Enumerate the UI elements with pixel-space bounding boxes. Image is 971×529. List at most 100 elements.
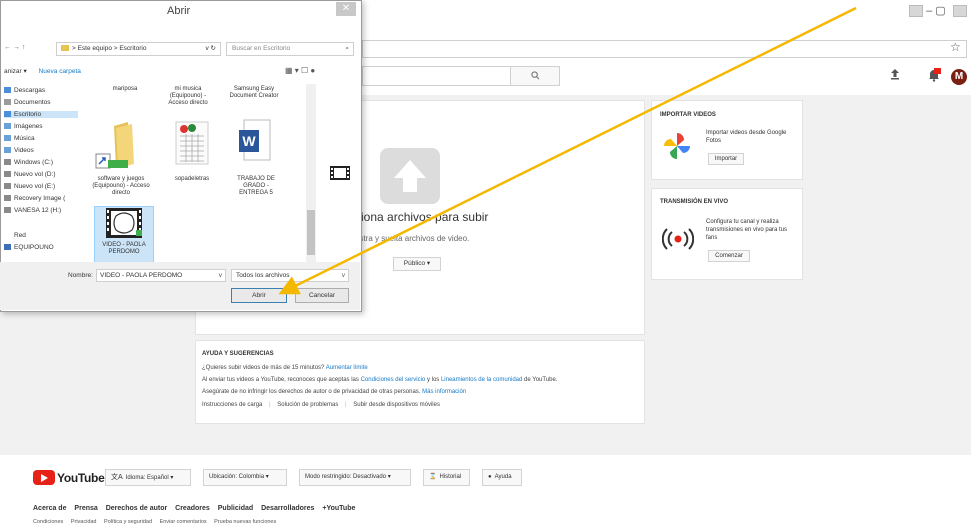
- location-button[interactable]: Ubicación: Colombia ▾: [203, 469, 287, 486]
- tree-item-label: Videos: [14, 147, 34, 154]
- file-item-samsung[interactable]: Samsung Easy Document Creator: [226, 86, 282, 100]
- footer-link[interactable]: Enviar comentarios: [160, 519, 207, 525]
- troubleshooting-link[interactable]: Solución de problemas: [277, 402, 338, 408]
- tree-item[interactable]: Documentos: [4, 99, 51, 106]
- tree-item[interactable]: Imágenes: [4, 123, 43, 130]
- youtube-logo-text[interactable]: YouTube: [57, 471, 105, 485]
- dialog-title: Abrir: [167, 5, 191, 17]
- address-bar[interactable]: [362, 40, 967, 58]
- svg-text:W: W: [242, 133, 256, 149]
- footer-link[interactable]: +YouTube: [322, 505, 355, 512]
- terms-link[interactable]: Condiciones del servicio: [361, 377, 426, 383]
- footer-link[interactable]: Creadores: [175, 505, 210, 512]
- tree-item[interactable]: Nuevo vol (E:): [4, 183, 55, 190]
- search-input[interactable]: [362, 66, 510, 86]
- tree-item-selected[interactable]: Escritorio: [4, 111, 78, 118]
- tree-item[interactable]: Videos: [4, 147, 34, 154]
- dialog-search-input[interactable]: Buscar en Escritorio ⌕: [226, 42, 354, 56]
- file-type-select[interactable]: Todos los archivos v: [231, 269, 349, 282]
- organize-button[interactable]: anizar ▾: [4, 68, 27, 75]
- tree-item[interactable]: Nuevo vol (D:): [4, 171, 56, 178]
- chevron-down-icon[interactable]: v: [342, 270, 345, 281]
- tree-item[interactable]: Recovery Image (: [4, 195, 65, 202]
- view-options[interactable]: ▦ ▾ ☐ ●: [285, 66, 315, 75]
- folder-icon: [61, 45, 69, 52]
- privacy-dropdown[interactable]: Público ▾: [393, 257, 441, 271]
- footer-link[interactable]: Prensa: [74, 505, 97, 512]
- tree-item[interactable]: EQUIPOUNO: [4, 244, 54, 251]
- file-item-trabajo-grado[interactable]: TRABAJO DE GRADO - ENTREGA 5: [228, 176, 284, 197]
- tree-item-label: Documentos: [14, 99, 51, 106]
- word-document-icon[interactable]: W: [238, 118, 272, 164]
- help-line-3: Asegúrate de no infringir los derechos d…: [202, 389, 466, 395]
- language-button[interactable]: 文A Idioma: Español ▾: [105, 469, 191, 486]
- footer-link[interactable]: Prueba nuevas funciones: [214, 519, 276, 525]
- search-icon: [530, 71, 539, 80]
- close-window-button[interactable]: [952, 5, 967, 18]
- language-label: Idioma: Español ▾: [125, 475, 174, 481]
- tree-item[interactable]: VANESA 12 (H:): [4, 207, 61, 214]
- community-guidelines-link[interactable]: Lineamientos de la comunidad: [441, 377, 522, 383]
- tree-item[interactable]: Red: [4, 232, 26, 239]
- avatar[interactable]: M: [951, 69, 967, 85]
- refresh-icon[interactable]: v ↻: [205, 43, 216, 55]
- file-item-mariposa[interactable]: mariposa: [96, 86, 154, 93]
- file-name-input[interactable]: VIDEO - PAOLA PERDOMO v: [96, 269, 226, 282]
- window-control-label[interactable]: –: [926, 5, 932, 17]
- file-item-mi-musica[interactable]: mi musica (Equipouno) - Acceso directo: [162, 86, 214, 107]
- cancel-button[interactable]: Cancelar: [295, 288, 349, 303]
- footer-link[interactable]: Acerca de: [33, 505, 66, 512]
- tree-item-label: Escritorio: [14, 111, 42, 118]
- scrollbar-thumb[interactable]: [307, 210, 315, 255]
- dialog-path-bar[interactable]: > Este equipo > Escritorio v ↻: [56, 42, 221, 56]
- language-icon: 文A: [111, 474, 123, 481]
- dialog-close-button[interactable]: ✕: [336, 2, 356, 16]
- increase-limit-link[interactable]: Aumentar límite: [326, 365, 368, 371]
- drive-icon: [4, 183, 11, 190]
- mobile-upload-link[interactable]: Subir desde dispositivos móviles: [353, 402, 440, 408]
- folder-icon: [4, 123, 11, 130]
- footer-link[interactable]: Desarrolladores: [261, 505, 314, 512]
- upload-instructions-link[interactable]: Instrucciones de carga: [202, 402, 262, 408]
- tree-item[interactable]: Descargas: [4, 87, 45, 94]
- window-control-label[interactable]: ▢: [935, 5, 945, 17]
- dialog-nav-buttons[interactable]: ← → ↑: [4, 44, 25, 51]
- footer-link[interactable]: Privacidad: [71, 519, 97, 525]
- chevron-down-icon[interactable]: v: [219, 270, 222, 281]
- import-videos-card: IMPORTAR VIDEOS Importar videos desde Go…: [651, 100, 803, 180]
- import-button[interactable]: Importar: [708, 153, 744, 165]
- file-item-software-juegos[interactable]: software y juegos (Equipouno) - Acceso d…: [90, 176, 152, 197]
- footer-link[interactable]: Condiciones: [33, 519, 63, 525]
- file-item-sopadeletras[interactable]: sopadeletras: [166, 176, 218, 183]
- footer-link[interactable]: Publicidad: [218, 505, 253, 512]
- footer-link[interactable]: Derechos de autor: [106, 505, 167, 512]
- file-item-video-paola[interactable]: VIDEO - PAOLA PERDOMO: [94, 242, 154, 256]
- file-list: mariposa mi musica (Equipouno) - Acceso …: [84, 80, 314, 264]
- bookmark-star-icon[interactable]: ☆: [950, 40, 961, 54]
- history-button[interactable]: ⌛ Historial: [423, 469, 470, 486]
- tree-item[interactable]: Música: [4, 135, 35, 142]
- image-file-icon[interactable]: [172, 120, 212, 166]
- restricted-mode-button[interactable]: Modo restringido: Desactivado ▾: [299, 469, 411, 486]
- open-button[interactable]: Abrir: [231, 288, 287, 303]
- bell-icon: [929, 68, 941, 82]
- folder-shortcut-icon[interactable]: [94, 118, 148, 172]
- tree-item[interactable]: Windows (C:): [4, 159, 53, 166]
- notifications-icon[interactable]: [927, 68, 941, 85]
- dialog-toolbar: anizar ▾ Nueva carpeta: [4, 67, 81, 75]
- help-text: Asegúrate de no infringir los derechos d…: [202, 389, 421, 395]
- search-button[interactable]: [510, 66, 560, 86]
- footer-link[interactable]: Política y seguridad: [104, 519, 152, 525]
- video-file-icon[interactable]: [106, 208, 142, 238]
- help-text: ¿Quieres subir videos de más de 15 minut…: [202, 365, 325, 371]
- upload-icon[interactable]: [890, 68, 900, 83]
- more-info-link[interactable]: Más información: [422, 389, 466, 395]
- upload-arrow-icon[interactable]: [380, 148, 440, 204]
- help-text: Al enviar tus videos a YouTube, reconoce…: [202, 377, 359, 383]
- new-folder-button[interactable]: Nueva carpeta: [39, 68, 81, 75]
- minimize-button[interactable]: [909, 5, 923, 18]
- start-live-button[interactable]: Comenzar: [708, 250, 750, 262]
- upload-large-icon: [394, 160, 426, 192]
- help-line-2: Al enviar tus videos a YouTube, reconoce…: [202, 377, 558, 383]
- help-button[interactable]: ● Ayuda: [482, 469, 522, 486]
